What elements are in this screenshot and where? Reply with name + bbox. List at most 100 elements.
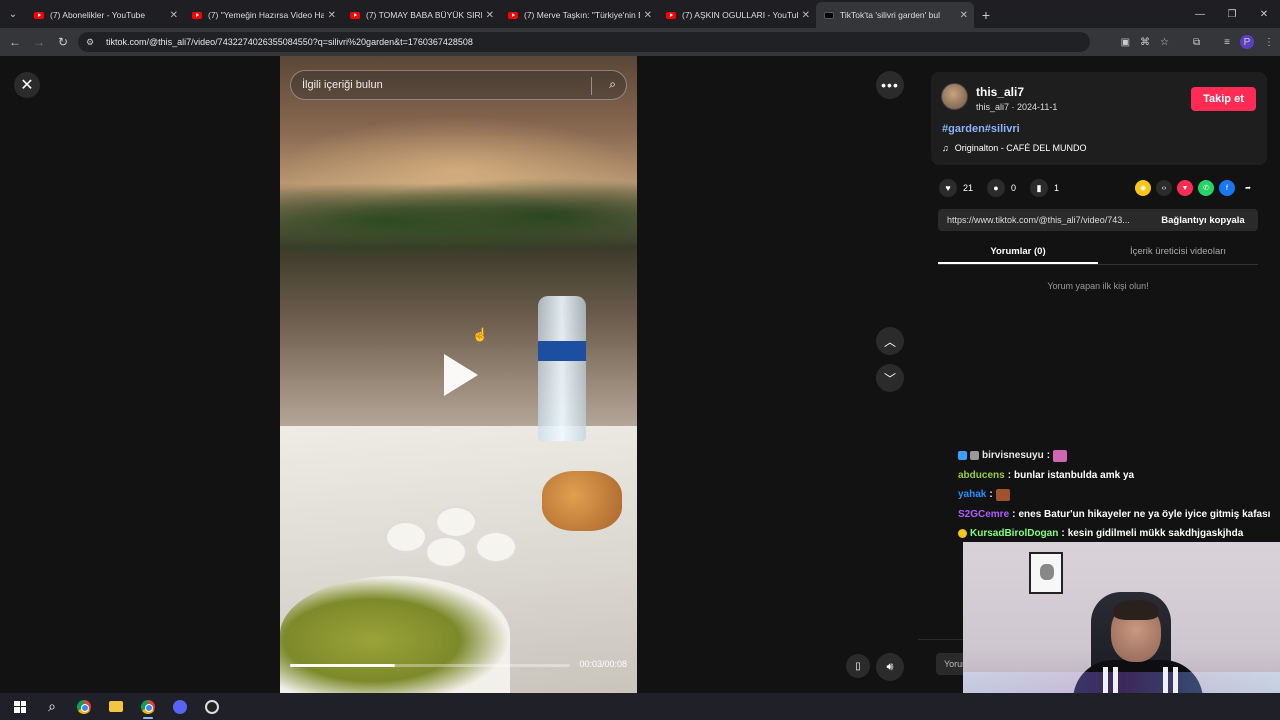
menu-icon[interactable]: ⋮ bbox=[1264, 37, 1274, 48]
mouse-cursor-icon: ☝ bbox=[472, 327, 489, 342]
more-options-button[interactable]: ••• bbox=[876, 71, 904, 99]
chat-text: kesin gidilmeli mükk sakdhjgaskjhda bbox=[1067, 528, 1244, 540]
embed-icon[interactable]: ‹› bbox=[1156, 180, 1172, 196]
taskbar-chrome-app[interactable] bbox=[68, 693, 100, 720]
whatsapp-icon[interactable]: ✆ bbox=[1198, 180, 1214, 196]
heart-icon: ♥ bbox=[939, 179, 957, 197]
author-avatar[interactable] bbox=[941, 83, 968, 110]
window-controls: — ❐ ✕ bbox=[1184, 0, 1280, 28]
tab-title: (7) TOMAY BABA BÜYÜK SIRRI bbox=[366, 10, 482, 20]
taskbar-chrome-active[interactable] bbox=[132, 693, 164, 720]
discord-icon bbox=[173, 699, 187, 714]
browser-tab[interactable]: (7) Merve Taşkın: "Türkiye'nin E ✕ bbox=[500, 2, 658, 28]
picture-in-picture-button[interactable]: ▯ bbox=[846, 654, 870, 678]
save-button[interactable]: ▮ 1 bbox=[1030, 179, 1059, 197]
like-button[interactable]: ♥ 21 bbox=[939, 179, 973, 197]
toolbar-icons: ▣ ⌘ ☆ ⧉ ≡ P ⋮ bbox=[1121, 28, 1274, 56]
send-icon[interactable]: ▼ bbox=[1177, 180, 1193, 196]
music-info[interactable]: ♫ Originalton - CAFÉ DEL MUNDO bbox=[942, 143, 1086, 153]
browser-tab[interactable]: (7) "Yemeğin Hazırsa Video Ha ✕ bbox=[184, 2, 342, 28]
windows-taskbar: ⌕ bbox=[0, 693, 1280, 720]
share-link-url[interactable]: https://www.tiktok.com/@this_ali7/video/… bbox=[938, 215, 1148, 225]
video-progress-fill bbox=[290, 664, 395, 667]
chat-separator: : bbox=[1007, 469, 1012, 481]
panel-tabs: Yorumlar (0) İçerik üreticisi videoları bbox=[938, 241, 1258, 265]
chat-separator: : bbox=[1012, 508, 1016, 520]
taskbar-explorer-app[interactable] bbox=[100, 693, 132, 720]
close-tab-icon[interactable]: ✕ bbox=[960, 10, 968, 21]
taskbar-search-button[interactable]: ⌕ bbox=[36, 693, 68, 720]
close-tab-icon[interactable]: ✕ bbox=[170, 10, 178, 21]
browser-tab[interactable]: (7) AŞKIN OGULLARI - YouTube ✕ bbox=[658, 2, 816, 28]
media-controls-icon[interactable]: ≡ bbox=[1224, 37, 1230, 48]
browser-tab-active[interactable]: TikTok'ta 'silivri garden' bul ✕ bbox=[816, 2, 974, 28]
comment-count: 0 bbox=[1011, 183, 1017, 193]
browser-tab[interactable]: (7) TOMAY BABA BÜYÜK SIRRI ✕ bbox=[342, 2, 500, 28]
tab-creator-videos[interactable]: İçerik üreticisi videoları bbox=[1098, 241, 1258, 264]
tab-title: (7) AŞKIN OGULLARI - YouTube bbox=[682, 10, 798, 20]
facebook-icon[interactable]: f bbox=[1219, 180, 1235, 196]
address-bar[interactable]: ⚙ tiktok.com/@this_ali7/video/7432274026… bbox=[78, 32, 1090, 52]
hashtags[interactable]: #garden#silivri bbox=[942, 123, 1020, 135]
close-tab-icon[interactable]: ✕ bbox=[644, 10, 652, 21]
chat-separator: : bbox=[1046, 450, 1051, 462]
tab-comments[interactable]: Yorumlar (0) bbox=[938, 241, 1098, 264]
translate-icon[interactable]: ⌘ bbox=[1140, 37, 1150, 48]
search-placeholder: İlgili içeriği bulun bbox=[302, 79, 383, 91]
tab-search-icon[interactable]: ⌄ bbox=[0, 0, 26, 28]
close-tab-icon[interactable]: ✕ bbox=[328, 10, 336, 21]
empty-comments-text: Yorum yapan ilk kişi olun! bbox=[1047, 281, 1149, 291]
like-count: 21 bbox=[963, 183, 974, 193]
play-icon[interactable] bbox=[444, 354, 478, 396]
related-search-input[interactable]: İlgili içeriği bulun ⌕ bbox=[290, 70, 627, 100]
streamer-hair bbox=[1113, 600, 1159, 620]
comment-button[interactable]: ● 0 bbox=[987, 179, 1016, 197]
back-icon[interactable]: ← bbox=[3, 35, 27, 49]
copy-link-button[interactable]: Bağlantıyı kopyala bbox=[1148, 215, 1258, 226]
windows-icon bbox=[14, 700, 26, 713]
taskbar-discord-app[interactable] bbox=[164, 693, 196, 720]
browser-tab[interactable]: (7) Abonelikler - YouTube ✕ bbox=[26, 2, 184, 28]
taskbar-obs-app[interactable] bbox=[196, 693, 228, 720]
obs-icon bbox=[205, 699, 219, 714]
new-tab-button[interactable]: + bbox=[974, 2, 998, 28]
music-note-icon: ♫ bbox=[942, 143, 949, 153]
close-tab-icon[interactable]: ✕ bbox=[486, 10, 494, 21]
close-video-button[interactable]: ✕ bbox=[14, 72, 40, 98]
video-player[interactable]: İlgili içeriği bulun ⌕ 00:03/00:08 bbox=[280, 56, 637, 693]
extensions-icon[interactable]: ⧉ bbox=[1193, 37, 1200, 48]
badge-icon bbox=[970, 451, 979, 461]
search-icon[interactable]: ⌕ bbox=[609, 77, 616, 92]
video-frame-plate bbox=[280, 576, 510, 693]
share-arrow-icon[interactable]: ➦ bbox=[1240, 180, 1256, 196]
cast-icon[interactable]: ▣ bbox=[1121, 37, 1130, 48]
reload-icon[interactable]: ↻ bbox=[51, 35, 75, 49]
next-video-button[interactable]: ﹀ bbox=[876, 364, 904, 392]
author-username[interactable]: this_ali7 bbox=[976, 85, 1024, 99]
tab-title: TikTok'ta 'silivri garden' bul bbox=[840, 10, 940, 20]
chrome-icon bbox=[141, 699, 155, 714]
tab-title: (7) "Yemeğin Hazırsa Video Ha bbox=[208, 10, 324, 20]
minimize-icon[interactable]: — bbox=[1184, 0, 1216, 28]
video-progress-bar[interactable] bbox=[290, 664, 570, 667]
chat-message: KursadBirolDogan: kesin gidilmeli mükk s… bbox=[958, 524, 1280, 544]
start-button[interactable] bbox=[4, 693, 36, 720]
tab-title: (7) Merve Taşkın: "Türkiye'nin E bbox=[524, 10, 640, 20]
video-frame-bread bbox=[542, 471, 622, 531]
previous-video-button[interactable]: ︿ bbox=[876, 327, 904, 355]
chrome-icon bbox=[77, 699, 91, 714]
close-tab-icon[interactable]: ✕ bbox=[802, 10, 810, 21]
bookmark-star-icon[interactable]: ☆ bbox=[1160, 37, 1169, 48]
coin-icon[interactable]: ◉ bbox=[1135, 180, 1151, 196]
chat-message: abducens: bunlar istanbulda amk ya bbox=[958, 466, 1280, 486]
forward-icon[interactable]: → bbox=[27, 35, 51, 49]
profile-avatar[interactable]: P bbox=[1240, 35, 1254, 49]
close-icon: ✕ bbox=[20, 77, 34, 94]
site-info-icon[interactable]: ⚙ bbox=[86, 37, 98, 48]
video-time: 00:03/00:08 bbox=[579, 659, 627, 669]
video-frame-bowls bbox=[375, 491, 525, 571]
volume-button[interactable]: 🔊︎ bbox=[876, 653, 904, 681]
restore-icon[interactable]: ❐ bbox=[1216, 0, 1248, 28]
close-window-icon[interactable]: ✕ bbox=[1248, 0, 1280, 28]
follow-button[interactable]: Takip et bbox=[1191, 87, 1256, 111]
